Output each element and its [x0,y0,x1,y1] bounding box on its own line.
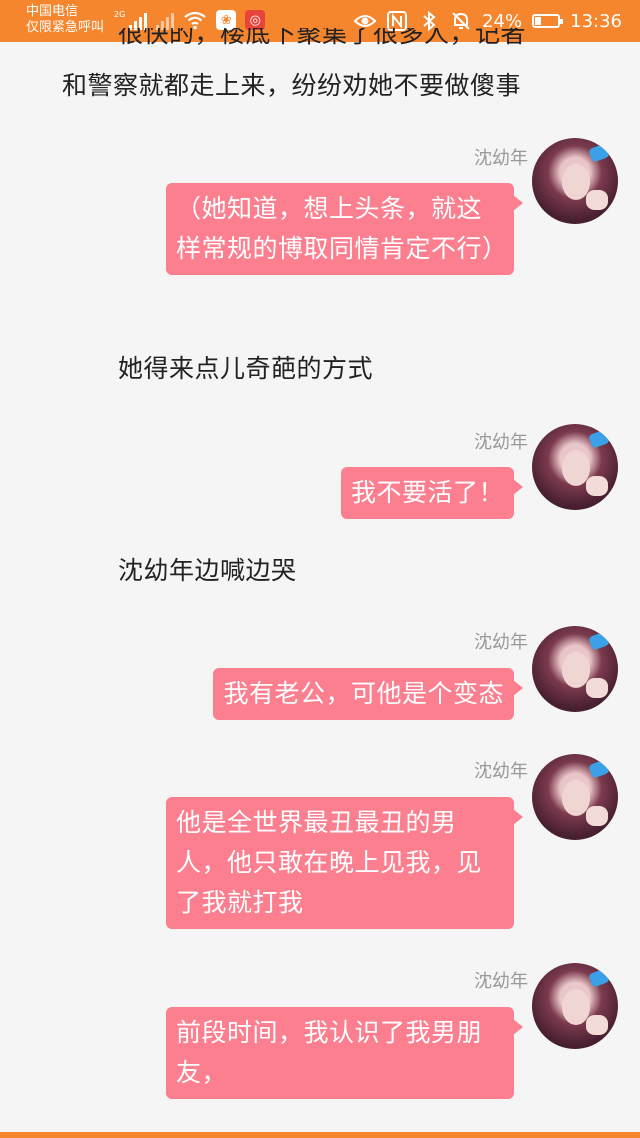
wifi-icon [184,11,206,30]
signal-icon [129,12,148,30]
message-bubble[interactable]: 我不要活了！ [340,467,524,519]
carrier-info: 中国电信 仅限紧急呼叫 [26,4,104,36]
message-bubble[interactable]: （她知道，想上头条，就这样常规的博取同情肯定不行） [166,183,523,275]
carrier-name: 中国电信 [26,4,79,19]
clock-time: 13:36 [570,10,622,32]
battery-icon [532,14,564,28]
message-bubble[interactable]: 前段时间，我认识了我男朋友， [166,1007,523,1099]
sender-name: 沈幼年 [474,432,528,453]
carrier-status: 仅限紧急呼叫 [26,20,105,35]
sender-name: 沈幼年 [474,148,528,169]
sender-avatar[interactable] [532,138,618,224]
sender-name: 沈幼年 [474,761,528,782]
message-bubble[interactable]: 他是全世界最丑最丑的男人，他只敢在晚上见我，见了我就打我 [166,797,523,929]
sender-name: 沈幼年 [474,632,528,653]
narration-line: 沈幼年边喊边哭 [118,556,297,585]
sender-avatar[interactable] [532,963,618,1049]
narration-line: 和警察就都走上来，纷纷劝她不要做傻事 [62,71,522,100]
sender-avatar[interactable] [532,754,618,840]
weibo-icon: ◎ [245,10,266,30]
app-notification-icon: ❀ [216,10,237,30]
narration-line: 她得来点儿奇葩的方式 [118,354,374,383]
sender-avatar[interactable] [532,626,618,712]
sender-avatar[interactable] [532,424,618,510]
network-type-label: 2G [114,10,126,19]
no-signal-icon [156,12,175,30]
sender-name: 沈幼年 [474,971,528,992]
message-bubble[interactable]: 我有老公，可他是个变态 [213,668,523,720]
bottom-bar [0,1132,640,1138]
signal-group: 2G ❀ ◎ [114,10,266,30]
